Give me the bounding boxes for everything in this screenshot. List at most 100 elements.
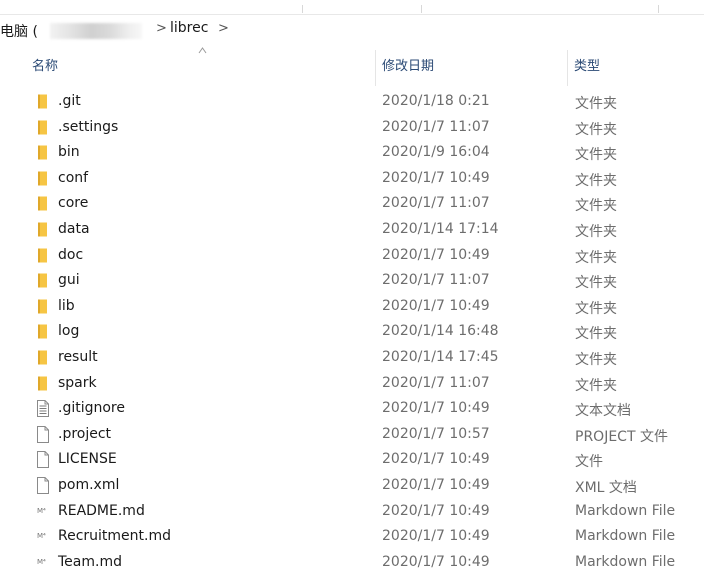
file-name: pom.xml bbox=[58, 476, 120, 493]
file-type: Markdown File bbox=[575, 528, 676, 545]
file-modified-date: 2020/1/14 16:48 bbox=[382, 323, 499, 340]
file-row[interactable]: core 2020/1/7 11:07 文件夹 bbox=[0, 191, 704, 217]
file-modified-date: 2020/1/7 10:49 bbox=[382, 502, 490, 519]
file-name: conf bbox=[58, 169, 89, 186]
top-dividers bbox=[0, 1, 704, 15]
file-type: PROJECT 文件 bbox=[575, 428, 668, 445]
file-name: bin bbox=[58, 144, 80, 161]
file-row[interactable]: spark 2020/1/7 11:07 文件夹 bbox=[0, 371, 704, 397]
file-name: gui bbox=[58, 272, 80, 289]
column-header-type-label: 类型 bbox=[574, 59, 601, 74]
folder-icon bbox=[36, 170, 50, 187]
file-type: 文件夹 bbox=[575, 198, 617, 215]
file-type: 文件夹 bbox=[575, 96, 617, 112]
file-row[interactable]: doc 2020/1/7 10:49 文件夹 bbox=[0, 243, 704, 269]
file-row[interactable]: conf 2020/1/7 10:49 文件夹 bbox=[0, 166, 704, 192]
folder-icon bbox=[36, 349, 50, 366]
file-modified-date: 2020/1/7 10:49 bbox=[382, 246, 490, 263]
file-icon bbox=[36, 451, 50, 469]
file-modified-date: 2020/1/9 16:04 bbox=[382, 144, 490, 161]
svg-text:M⁴: M⁴ bbox=[37, 558, 46, 566]
column-header-type[interactable]: 类型 bbox=[567, 48, 704, 86]
file-modified-date: 2020/1/7 10:49 bbox=[382, 400, 490, 417]
svg-text:M⁴: M⁴ bbox=[37, 532, 46, 540]
svg-text:M⁴: M⁴ bbox=[37, 507, 46, 515]
file-modified-date: 2020/1/7 11:07 bbox=[382, 118, 490, 135]
file-name: .gitignore bbox=[58, 400, 125, 417]
file-row[interactable]: M⁴ Team.md 2020/1/7 10:49 Markdown File bbox=[0, 550, 704, 576]
file-type: 文件 bbox=[575, 454, 603, 471]
file-name: README.md bbox=[58, 502, 145, 519]
folder-icon bbox=[36, 375, 50, 392]
file-type: 文件夹 bbox=[575, 223, 617, 240]
file-type: Markdown File bbox=[575, 553, 676, 570]
file-type: 文件夹 bbox=[575, 172, 617, 189]
file-modified-date: 2020/1/18 0:21 bbox=[382, 93, 490, 109]
folder-icon bbox=[36, 221, 50, 238]
file-type: 文件夹 bbox=[575, 275, 617, 292]
file-row[interactable]: .project 2020/1/7 10:57 PROJECT 文件 bbox=[0, 422, 704, 448]
file-name: LICENSE bbox=[58, 451, 117, 468]
breadcrumb-root[interactable]: 电脑 ( bbox=[0, 21, 38, 41]
file-modified-date: 2020/1/7 10:49 bbox=[382, 553, 490, 570]
column-header-date-label: 修改日期 bbox=[382, 59, 435, 74]
file-type: 文件夹 bbox=[575, 121, 617, 138]
file-type: 文件夹 bbox=[575, 326, 617, 343]
file-row[interactable]: lib 2020/1/7 10:49 文件夹 bbox=[0, 294, 704, 320]
folder-icon bbox=[36, 144, 50, 161]
file-modified-date: 2020/1/7 11:07 bbox=[382, 374, 490, 391]
folder-icon bbox=[36, 272, 50, 289]
column-header-date[interactable]: 修改日期 bbox=[375, 48, 562, 86]
file-row[interactable]: bin 2020/1/9 16:04 文件夹 bbox=[0, 140, 704, 166]
file-modified-date: 2020/1/7 11:07 bbox=[382, 195, 490, 212]
file-row[interactable]: M⁴ README.md 2020/1/7 10:49 Markdown File bbox=[0, 499, 704, 525]
file-row[interactable]: log 2020/1/14 16:48 文件夹 bbox=[0, 319, 704, 345]
folder-icon bbox=[36, 298, 50, 315]
file-modified-date: 2020/1/7 10:49 bbox=[382, 476, 490, 493]
file-row[interactable]: M⁴ Recruitment.md 2020/1/7 10:49 Markdown F… bbox=[0, 524, 704, 550]
file-modified-date: 2020/1/7 10:49 bbox=[382, 169, 490, 186]
file-row[interactable]: gui 2020/1/7 11:07 文件夹 bbox=[0, 268, 704, 294]
file-icon bbox=[36, 425, 50, 443]
file-name: log bbox=[58, 323, 80, 340]
breadcrumb-chevron-icon[interactable]: > bbox=[156, 21, 167, 36]
file-name: result bbox=[58, 348, 98, 365]
file-type: 文件夹 bbox=[575, 377, 617, 394]
file-row[interactable]: data 2020/1/14 17:14 文件夹 bbox=[0, 217, 704, 243]
breadcrumb-chevron-icon[interactable]: > bbox=[218, 21, 229, 36]
file-modified-date: 2020/1/7 10:49 bbox=[382, 451, 490, 468]
file-row[interactable]: pom.xml 2020/1/7 10:49 XML 文档 bbox=[0, 473, 704, 499]
file-modified-date: 2020/1/14 17:14 bbox=[382, 220, 499, 237]
file-name: Recruitment.md bbox=[58, 528, 172, 545]
file-type: Markdown File bbox=[575, 502, 676, 519]
file-modified-date: 2020/1/7 10:49 bbox=[382, 297, 490, 314]
file-name: core bbox=[58, 195, 89, 212]
file-row[interactable]: .git 2020/1/18 0:21 文件夹 bbox=[0, 89, 704, 115]
column-header: 名称 修改日期 类型 bbox=[0, 48, 704, 86]
file-type: XML 文档 bbox=[575, 479, 637, 496]
file-row[interactable]: LICENSE 2020/1/7 10:49 文件 bbox=[0, 447, 704, 473]
file-row[interactable]: .gitignore 2020/1/7 10:49 文本文档 bbox=[0, 396, 704, 422]
file-type: 文件夹 bbox=[575, 351, 617, 368]
address-bar[interactable]: 电脑 ( > librec > bbox=[0, 5, 704, 44]
file-type: 文件夹 bbox=[575, 249, 617, 266]
markdown-file-icon: M⁴ bbox=[36, 528, 50, 545]
file-modified-date: 2020/1/7 10:49 bbox=[382, 528, 490, 545]
breadcrumb-current-folder[interactable]: librec bbox=[170, 20, 208, 36]
file-modified-date: 2020/1/7 11:07 bbox=[382, 272, 490, 289]
breadcrumb-redacted bbox=[50, 23, 142, 39]
file-name: .settings bbox=[58, 118, 119, 135]
file-name: data bbox=[58, 220, 90, 237]
file-name: lib bbox=[58, 297, 75, 314]
folder-icon bbox=[36, 93, 50, 110]
file-row[interactable]: .settings 2020/1/7 11:07 文件夹 bbox=[0, 115, 704, 141]
column-header-name[interactable]: 名称 bbox=[32, 48, 362, 86]
column-header-name-label: 名称 bbox=[32, 59, 59, 74]
folder-icon bbox=[36, 323, 50, 340]
file-name: spark bbox=[58, 374, 97, 391]
file-modified-date: 2020/1/14 17:45 bbox=[382, 348, 499, 365]
file-row[interactable]: result 2020/1/14 17:45 文件夹 bbox=[0, 345, 704, 371]
file-explorer-window: 电脑 ( > librec > 名称 修改日期 类型 .git 2020/1/18… bbox=[0, 0, 704, 582]
file-name: .git bbox=[58, 93, 81, 109]
text-file-icon bbox=[36, 400, 50, 418]
